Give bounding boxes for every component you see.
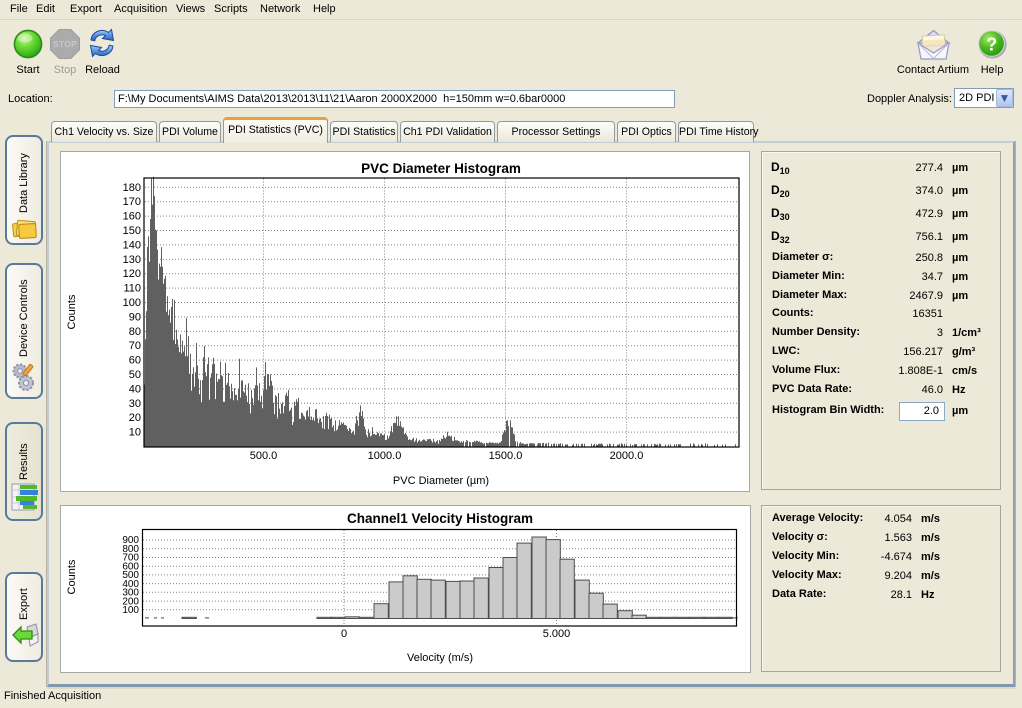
svg-text:1500.0: 1500.0 [489,450,523,462]
svg-text:50: 50 [129,369,141,381]
svg-text:30: 30 [129,398,141,410]
svg-text:180: 180 [123,182,141,194]
svg-text:120: 120 [123,268,141,280]
svg-text:5.000: 5.000 [543,628,571,640]
svg-text:90: 90 [129,311,141,323]
svg-text:900: 900 [122,535,139,546]
svg-text:10: 10 [129,427,141,439]
svg-text:130: 130 [123,254,141,266]
svg-text:150: 150 [123,225,141,237]
svg-text:0: 0 [341,628,347,640]
svg-text:PVC Diameter (µm): PVC Diameter (µm) [393,475,489,487]
svg-text:40: 40 [129,383,141,395]
svg-text:70: 70 [129,340,141,352]
svg-text:100: 100 [123,297,141,309]
svg-text:110: 110 [123,283,141,295]
svg-text:PVC Diameter Histogram: PVC Diameter Histogram [361,161,521,176]
svg-text:1000.0: 1000.0 [368,450,402,462]
svg-text:Counts: Counts [66,559,78,594]
svg-text:Velocity (m/s): Velocity (m/s) [407,652,473,664]
svg-text:60: 60 [129,355,141,367]
svg-text:170: 170 [123,196,141,208]
svg-text:160: 160 [123,211,141,223]
svg-text:140: 140 [123,239,141,251]
svg-text:20: 20 [129,412,141,424]
svg-text:Counts: Counts [66,294,78,329]
svg-text:Channel1 Velocity Histogram: Channel1 Velocity Histogram [347,511,533,526]
svg-text:500.0: 500.0 [250,450,278,462]
svg-text:2000.0: 2000.0 [610,450,644,462]
svg-text:80: 80 [129,326,141,338]
